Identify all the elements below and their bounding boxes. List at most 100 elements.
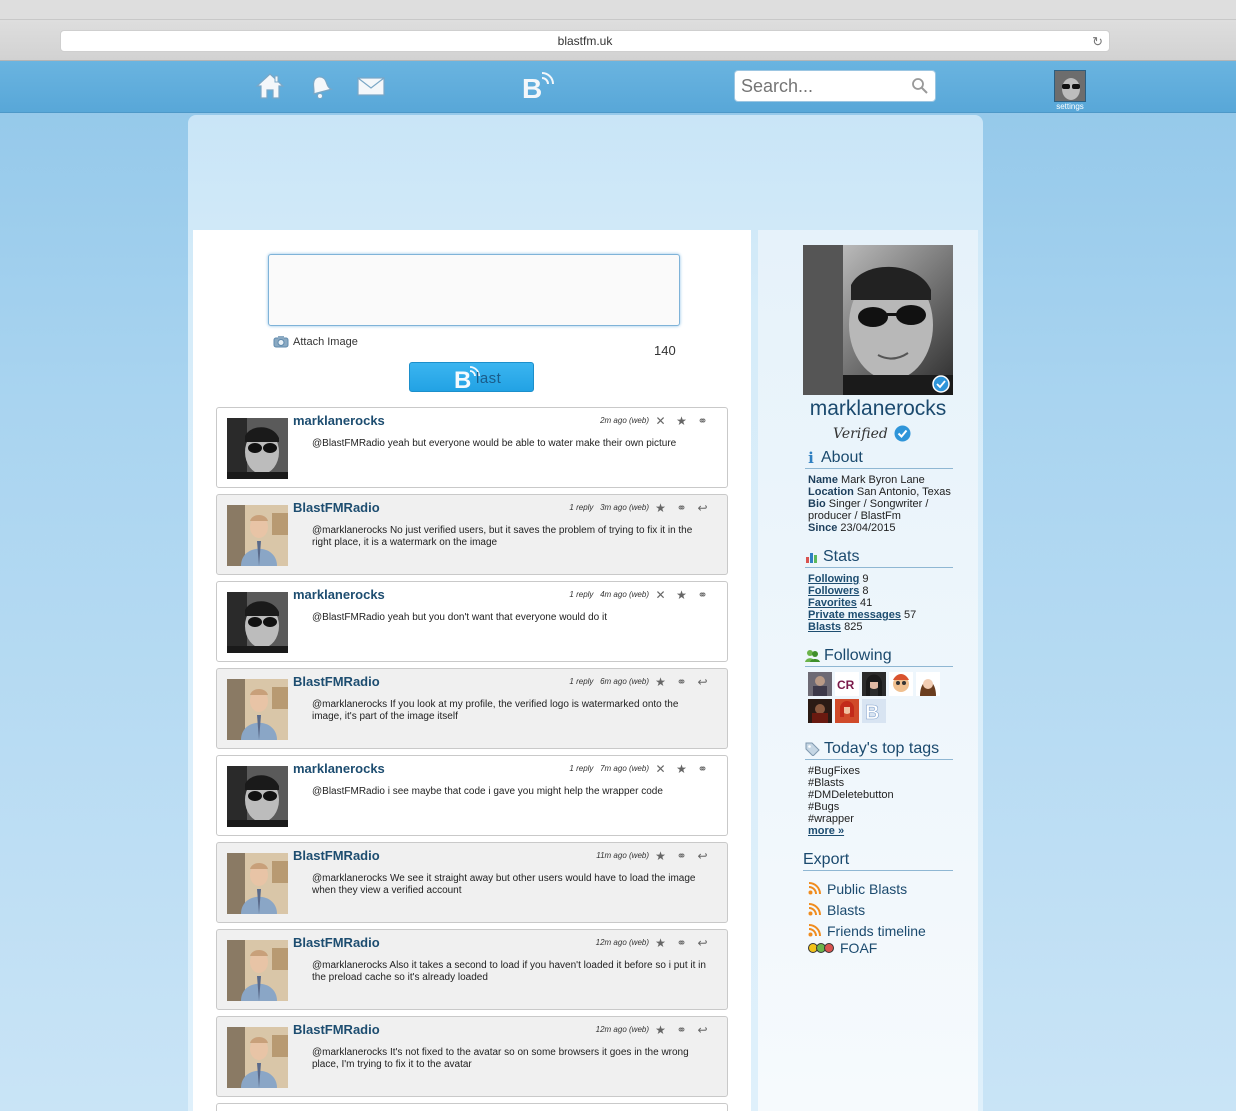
stat-link[interactable]: Blasts [808,621,841,633]
stat-link[interactable]: Followers [808,585,859,597]
search-box[interactable] [734,70,936,102]
following-avatar[interactable]: B [862,699,886,723]
following-avatar[interactable] [808,672,832,696]
permalink-icon[interactable]: ⚭ [675,501,688,515]
tag-link[interactable]: #Bugs [808,801,894,813]
settings-avatar[interactable] [1054,70,1086,102]
feed-username[interactable]: BlastFMRadio [293,674,380,689]
svg-text:B: B [865,702,879,723]
export-link[interactable]: Public Blasts [808,878,926,899]
favorite-star-icon[interactable]: ★ [654,849,667,863]
messages-envelope-icon[interactable] [355,70,387,102]
feed-username[interactable]: BlastFMRadio [293,500,380,515]
feed-avatar[interactable] [227,853,288,914]
feed-meta[interactable]: 1 reply 3m ago (web) [569,503,649,512]
feed-avatar[interactable] [227,505,288,566]
delete-icon[interactable]: ✕ [654,762,667,776]
delete-icon[interactable]: ✕ [654,588,667,602]
reply-icon[interactable]: ↩ [696,1023,709,1037]
feed-item[interactable]: marklanerocks 1 reply 7m ago (web) ✕ ★ ⚭ @Bla… [216,755,728,836]
reply-icon[interactable]: ↩ [696,936,709,950]
stat-link[interactable]: Following [808,573,859,585]
settings-button[interactable]: settings [1054,70,1086,112]
following-avatar[interactable]: CR [835,672,859,696]
permalink-icon[interactable]: ⚭ [696,414,709,428]
feed-meta[interactable]: 2m ago (web) [600,416,649,425]
feed-avatar[interactable] [227,766,288,827]
search-icon[interactable] [911,77,929,95]
feed-item[interactable]: BlastFMRadio 12m ago (web) ★ ⚭ ↩ @marklaneroc… [216,1016,728,1097]
blastfm-logo-icon[interactable]: B [520,72,554,102]
permalink-icon[interactable]: ⚭ [675,936,688,950]
blast-submit-button[interactable]: B last [409,362,534,392]
tag-link[interactable]: #Blasts [808,777,894,789]
following-avatar[interactable] [862,672,886,696]
export-link[interactable]: FOAF [808,937,926,958]
reply-icon[interactable]: ↩ [696,675,709,689]
camera-icon[interactable] [273,335,289,348]
following-avatar[interactable] [916,672,940,696]
tags-more-link[interactable]: more » [808,825,894,837]
following-avatar[interactable] [835,699,859,723]
permalink-icon[interactable]: ⚭ [675,849,688,863]
feed-username[interactable]: BlastFMRadio [293,935,380,950]
feed-item[interactable]: BlastFMRadio 1 reply 6m ago (web) ★ ⚭ ↩ @mark… [216,668,728,749]
feed-username[interactable]: BlastFMRadio [293,848,380,863]
feed-avatar[interactable] [227,940,288,1001]
blast-compose-box[interactable] [268,254,680,326]
profile-photo[interactable] [803,245,953,395]
site-header: B settings [0,61,1236,113]
feed-meta[interactable]: 1 reply 4m ago (web) [569,590,649,599]
favorite-star-icon[interactable]: ★ [654,675,667,689]
favorite-star-icon[interactable]: ★ [654,1023,667,1037]
reply-icon[interactable]: ↩ [696,849,709,863]
feed-avatar[interactable] [227,679,288,740]
permalink-icon[interactable]: ⚭ [675,675,688,689]
feed-meta[interactable]: 11m ago (web) [596,851,649,860]
following-avatar[interactable] [808,699,832,723]
reply-icon[interactable]: ↩ [696,501,709,515]
stat-link[interactable]: Favorites [808,597,857,609]
rss-icon [808,903,821,916]
stat-row: Private messages 57 [808,609,916,621]
favorite-star-icon[interactable]: ★ [675,414,688,428]
feed-item[interactable]: BlastFMRadio 1 reply 3m ago (web) ★ ⚭ ↩ @mark… [216,494,728,575]
feed-username[interactable]: marklanerocks [293,761,385,776]
feed-meta[interactable]: 1 reply 7m ago (web) [569,764,649,773]
feed-meta[interactable]: 12m ago (web) [596,1025,649,1034]
feed-username[interactable]: marklanerocks [293,413,385,428]
feed-item[interactable]: BlastFMRadio 12m ago (web) ★ ⚭ ↩ @marklaneroc… [216,929,728,1010]
feed-avatar[interactable] [227,592,288,653]
profile-username[interactable]: marklanerocks [790,397,966,421]
address-bar[interactable]: blastfm.uk ↻ [60,30,1110,52]
permalink-icon[interactable]: ⚭ [675,1023,688,1037]
feed-meta[interactable]: 1 reply 6m ago (web) [569,677,649,686]
home-icon[interactable] [254,70,286,102]
feed-avatar[interactable] [227,418,288,479]
tag-link[interactable]: #BugFixes [808,765,894,777]
feed-item[interactable]: marklanerocks 1 reply 4m ago (web) ✕ ★ ⚭ @Bla… [216,581,728,662]
feed-item[interactable]: BlastFMRadio 11m ago (web) ★ ⚭ ↩ @marklaneroc… [216,842,728,923]
permalink-icon[interactable]: ⚭ [696,762,709,776]
feed-avatar[interactable] [227,1027,288,1088]
favorite-star-icon[interactable]: ★ [675,588,688,602]
attach-image-link[interactable]: Attach Image [273,335,358,348]
feed-username[interactable]: BlastFMRadio [293,1022,380,1037]
feed-username[interactable]: marklanerocks [293,587,385,602]
favorite-star-icon[interactable]: ★ [675,762,688,776]
blast-compose-textarea[interactable] [269,255,679,325]
stat-link[interactable]: Private messages [808,609,901,621]
export-link[interactable]: Blasts [808,899,926,920]
permalink-icon[interactable]: ⚭ [696,588,709,602]
favorite-star-icon[interactable]: ★ [654,936,667,950]
feed-item[interactable]: marklanerocks 2m ago (web) ✕ ★ ⚭ @BlastFMRadi… [216,407,728,488]
notifications-bell-icon[interactable] [304,70,336,102]
tag-link[interactable]: #DMDeletebutton [808,789,894,801]
following-avatar[interactable] [889,672,913,696]
delete-icon[interactable]: ✕ [654,414,667,428]
reload-icon[interactable]: ↻ [1092,31,1103,52]
feed-meta[interactable]: 12m ago (web) [596,938,649,947]
search-input[interactable] [735,71,905,101]
tag-link[interactable]: #wrapper [808,813,894,825]
favorite-star-icon[interactable]: ★ [654,501,667,515]
